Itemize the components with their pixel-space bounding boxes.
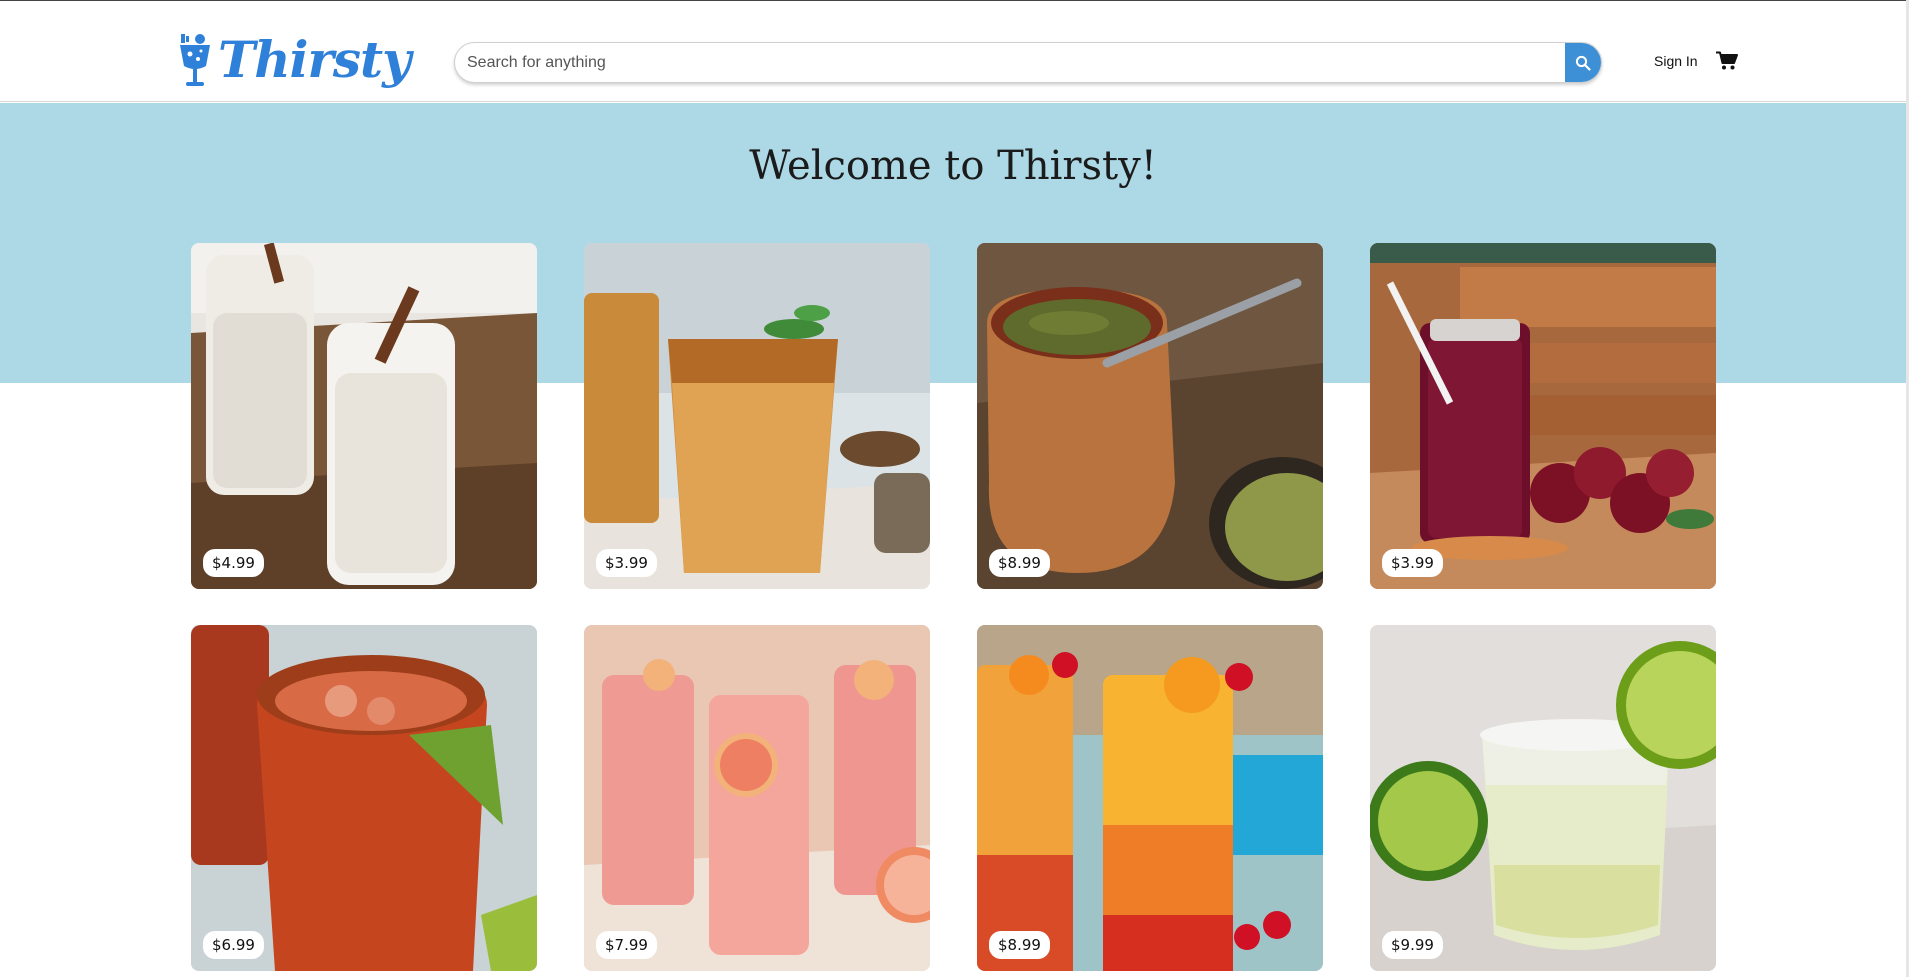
- price-badge: $8.99: [989, 931, 1050, 959]
- search-bar: [454, 42, 1602, 83]
- search-input[interactable]: [455, 43, 1565, 82]
- product-card[interactable]: $3.99: [584, 243, 930, 589]
- hero-title: Welcome to Thirsty!: [749, 143, 1157, 189]
- sunrise-cocktail-photo: [977, 625, 1323, 971]
- product-card[interactable]: $8.99: [977, 243, 1323, 589]
- margarita-photo: [1370, 625, 1716, 971]
- product-card[interactable]: $4.99: [191, 243, 537, 589]
- iced-coffee-photo: [584, 243, 930, 589]
- product-card[interactable]: $6.99: [191, 625, 537, 971]
- hibiscus-drink-photo: [1370, 243, 1716, 589]
- product-card[interactable]: $3.99: [1370, 243, 1716, 589]
- product-card[interactable]: $8.99: [977, 625, 1323, 971]
- product-card[interactable]: $9.99: [1370, 625, 1716, 971]
- price-badge: $3.99: [1382, 549, 1443, 577]
- price-badge: $6.99: [203, 931, 264, 959]
- search-icon: [1575, 55, 1591, 71]
- price-badge: $9.99: [1382, 931, 1443, 959]
- price-badge: $8.99: [989, 549, 1050, 577]
- yerba-mate-photo: [977, 243, 1323, 589]
- product-card[interactable]: $7.99: [584, 625, 930, 971]
- search-button[interactable]: [1565, 43, 1601, 82]
- sign-in-link[interactable]: Sign In: [1654, 53, 1698, 69]
- cocktail-glass-icon: [180, 34, 210, 86]
- top-navbar: Thirsty Sign In: [0, 1, 1906, 102]
- michelada-photo: [191, 625, 537, 971]
- cart-icon[interactable]: [1716, 51, 1738, 71]
- price-badge: $7.99: [596, 931, 657, 959]
- price-badge: $3.99: [596, 549, 657, 577]
- grapefruit-drink-photo: [584, 625, 930, 971]
- brand-logo-link[interactable]: Thirsty: [178, 25, 411, 95]
- brand-wordmark: Thirsty: [218, 30, 411, 89]
- price-badge: $4.99: [203, 549, 264, 577]
- horchata-photo: [191, 243, 537, 589]
